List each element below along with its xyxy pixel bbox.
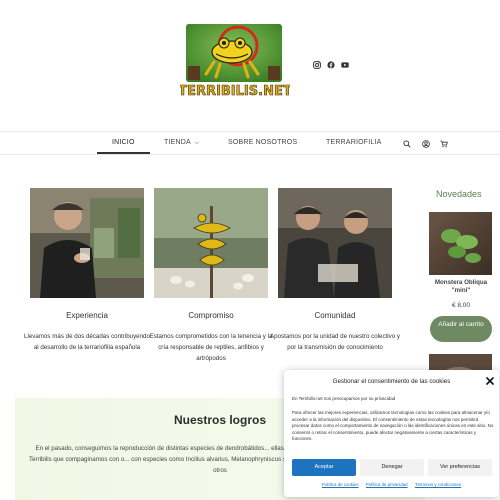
nav-item-terrariofilia[interactable]: TERRARIOFILIA (326, 139, 382, 146)
close-icon[interactable] (485, 376, 495, 386)
social-links (313, 61, 349, 69)
product-name[interactable]: Monstera Obliqua "mini" (428, 279, 494, 295)
deny-button[interactable]: Denegar (360, 459, 424, 476)
cookie-body: Para ofrecer las mejores experiencias, u… (292, 410, 494, 442)
feature-image-comunidad (278, 188, 392, 298)
feature-text-comunidad: Apostamos por la unidad de nuestro colec… (270, 333, 401, 351)
search-icon[interactable] (403, 140, 411, 148)
preferences-button[interactable]: Ver preferencias (428, 459, 492, 476)
nav-item-sobre-nosotros[interactable]: SOBRE NOSOTROS (228, 139, 297, 146)
chevron-down-icon: ⌵ (194, 140, 200, 146)
product-price: € 8,00 (451, 302, 471, 309)
cookie-intro: En Terribilis.net nos preocupamos por su… (292, 396, 396, 401)
terms-link[interactable]: Términos y condiciones (415, 482, 461, 487)
logo-graphic: TERRIBILIS.NET (178, 24, 292, 99)
cookie-policy-link[interactable]: Política de cookies (322, 482, 359, 487)
site-header: TERRIBILIS.NET (0, 0, 500, 130)
privacy-policy-link[interactable]: Política de privacidad (366, 482, 408, 487)
facebook-icon[interactable] (327, 61, 335, 69)
nav-active-indicator (97, 152, 150, 154)
feature-image-compromiso (154, 188, 268, 298)
cookie-consent-dialog: Gestionar el consentimiento de las cooki… (284, 370, 499, 497)
add-to-cart-button[interactable]: Añadir al carrito (430, 316, 492, 342)
accept-button[interactable]: Aceptar (292, 459, 356, 476)
feature-title-compromiso: Compromiso (188, 311, 234, 320)
feature-title-experiencia: Experiencia (66, 311, 108, 320)
nav-item-tienda-label: TIENDA (164, 139, 191, 146)
cart-icon[interactable] (440, 140, 448, 148)
sidebar-title: Novedades (436, 189, 482, 199)
main-nav: INICIO TIENDA ⌵ SOBRE NOSOTROS TERRARIOF… (0, 131, 500, 155)
nav-item-tienda[interactable]: TIENDA ⌵ (164, 139, 199, 147)
instagram-icon[interactable] (313, 61, 321, 69)
account-icon[interactable] (422, 140, 430, 148)
site-logo[interactable]: TERRIBILIS.NET (178, 22, 292, 104)
logo-wordmark: TERRIBILIS.NET (180, 84, 290, 99)
cookie-links: Política de cookies Política de privacid… (284, 482, 499, 487)
feature-text-compromiso: Estamos comprometidos con la tenencia y … (149, 333, 273, 362)
feature-title-comunidad: Comunidad (314, 311, 356, 320)
product-image[interactable] (429, 212, 492, 275)
cookie-title: Gestionar el consentimiento de las cooki… (332, 378, 451, 385)
nav-item-inicio[interactable]: INICIO (112, 139, 135, 146)
youtube-icon[interactable] (341, 61, 349, 69)
feature-image-experiencia (30, 188, 144, 298)
feature-text-experiencia: Llevamos más de dos décadas contribuyend… (24, 333, 150, 351)
